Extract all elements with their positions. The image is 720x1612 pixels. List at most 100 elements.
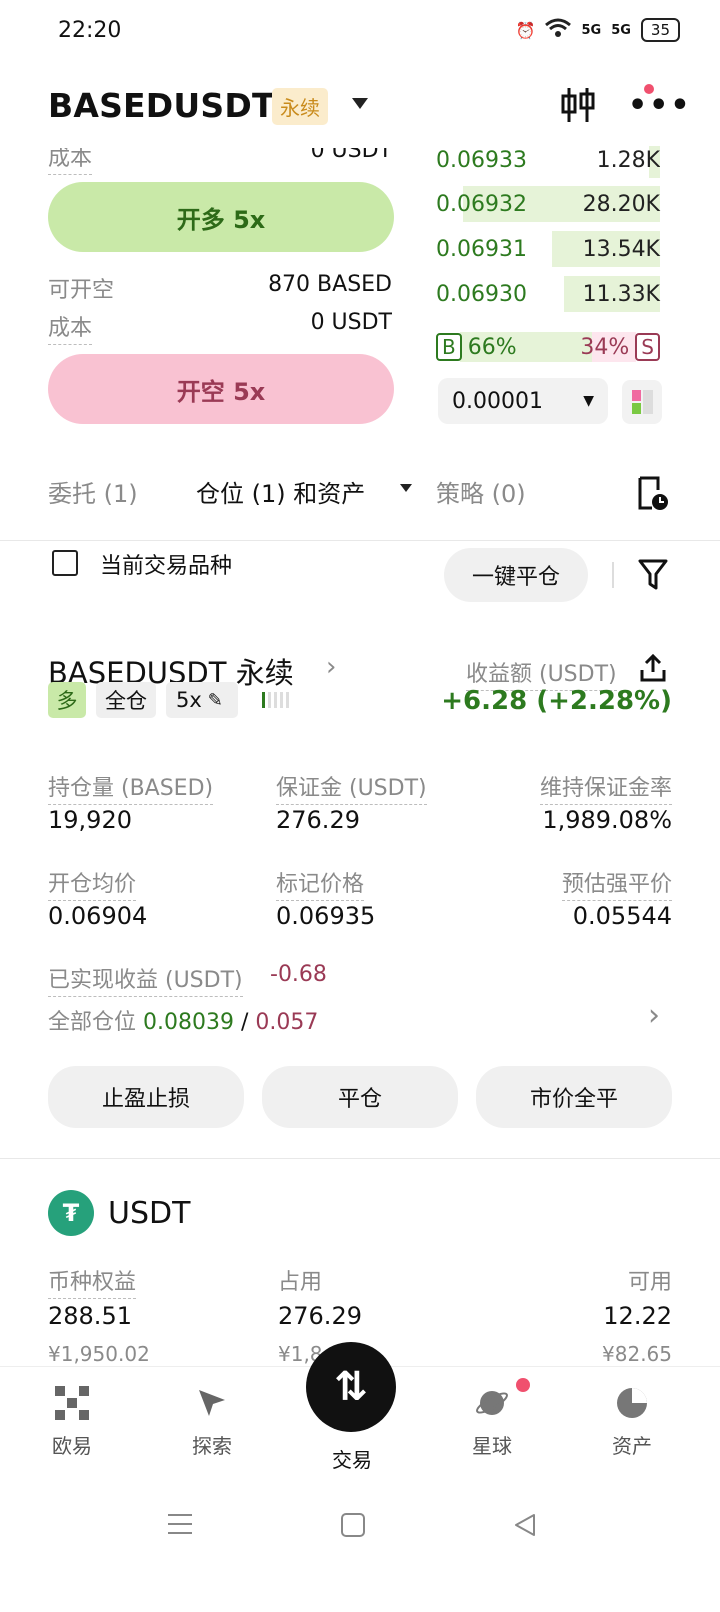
leverage-tag[interactable]: 5x ✎: [166, 682, 238, 718]
all-positions-label: 全部仓位: [48, 1010, 137, 1035]
system-home-icon[interactable]: [340, 1512, 366, 1542]
planet-icon: [475, 1386, 509, 1420]
adl-indicator: [262, 692, 289, 708]
notification-dot: [644, 84, 654, 94]
system-back-icon[interactable]: [512, 1512, 538, 1542]
nav-item-assets[interactable]: 资产: [592, 1386, 672, 1459]
system-menu-icon[interactable]: [166, 1512, 194, 1540]
current-symbol-checkbox[interactable]: [52, 550, 78, 576]
nav-item-explore[interactable]: 探索: [172, 1386, 252, 1459]
status-icons: ⏰ 5G 5G 35: [516, 18, 680, 42]
entry-price-value: 0.06904: [48, 902, 148, 930]
used-label: 占用: [278, 1270, 323, 1295]
chevron-right-icon[interactable]: ›: [648, 998, 660, 1033]
mark-price-label: 标记价格: [276, 866, 365, 901]
signal-icon-1: 5G: [581, 22, 602, 38]
nav-label-planet: 星球: [472, 1434, 512, 1458]
available-label: 可用: [627, 1270, 672, 1295]
filter-icon[interactable]: [638, 558, 668, 596]
current-symbol-label: 当前交易品种: [100, 554, 233, 579]
signal-icon-2: 5G: [611, 22, 631, 38]
entry-price-label: 开仓均价: [48, 866, 137, 901]
available-value: 12.22: [603, 1302, 672, 1330]
cost-label: 成本: [48, 310, 93, 345]
positions-dropdown-icon[interactable]: [400, 484, 412, 492]
short-available-value: 870 BASED: [268, 272, 392, 297]
nav-item-trade[interactable]: 交易: [312, 1444, 392, 1473]
side-tag: 多: [48, 682, 86, 718]
orderbook-qty: 28.20K: [582, 191, 660, 217]
maintenance-margin-label: 维持保证金率: [539, 770, 672, 805]
status-time: 22:20: [58, 18, 122, 43]
close-all-button[interactable]: 一键平仓: [444, 548, 588, 602]
orderbook-layout-icon[interactable]: [622, 380, 662, 424]
all-positions-long: 0.08039: [143, 1010, 234, 1035]
tabs-divider: [0, 540, 720, 541]
open-long-button[interactable]: 开多 5x: [48, 182, 394, 252]
orderbook-qty: 11.33K: [582, 281, 660, 307]
pair-dropdown-icon[interactable]: [352, 98, 368, 109]
buy-percent: 66%: [467, 334, 517, 360]
nav-label-assets: 资产: [612, 1434, 652, 1458]
all-positions-short: 0.057: [255, 1010, 319, 1035]
close-position-button[interactable]: 平仓: [262, 1066, 458, 1128]
used-value: 276.29: [278, 1302, 362, 1330]
margin-label: 保证金 (USDT): [276, 770, 427, 805]
maintenance-margin-value: 1,989.08%: [542, 806, 672, 834]
chevron-right-icon[interactable]: ›: [326, 652, 336, 682]
pnl-value: +6.28 (+2.28%): [441, 686, 672, 716]
nav-item-planet[interactable]: 星球: [452, 1386, 532, 1459]
orderbook-row[interactable]: 0.06931 13.54K: [436, 229, 660, 269]
orderbook-row[interactable]: 0.06932 28.20K: [436, 184, 660, 224]
usdt-logo-icon: ₮: [48, 1190, 94, 1236]
cost-label-top: 成本: [48, 148, 93, 175]
buy-sell-ratio: B 66% 34% S: [436, 332, 660, 362]
share-icon[interactable]: [640, 653, 666, 686]
orderbook-qty: 13.54K: [582, 236, 660, 262]
liq-price-label: 预估强平价: [561, 866, 672, 901]
realized-pnl-label: 已实现收益 (USDT): [48, 962, 243, 997]
trade-fab-icon[interactable]: ⇅: [306, 1342, 396, 1432]
tab-strategy[interactable]: 策略 (0): [436, 474, 526, 509]
market-close-all-button[interactable]: 市价全平: [476, 1066, 672, 1128]
nav-label-trade: 交易: [332, 1448, 372, 1472]
nav-label-okx: 欧易: [52, 1434, 92, 1458]
margin-mode-tag: 全仓: [96, 682, 156, 718]
leverage-value: 5x: [176, 688, 202, 712]
order-history-icon[interactable]: [636, 476, 670, 516]
orderbook-price: 0.06931: [436, 236, 527, 262]
chevron-down-icon: ▼: [583, 393, 594, 409]
position-size-value: 19,920: [48, 806, 132, 834]
candlestick-chart-icon[interactable]: [560, 86, 596, 124]
pair-title[interactable]: BASEDUSDT: [48, 86, 275, 125]
tab-positions[interactable]: 仓位 (1) 和资产: [196, 474, 365, 509]
equity-cny: ¥1,950.02: [48, 1342, 150, 1364]
more-icon[interactable]: •••: [628, 91, 692, 121]
liq-price-value: 0.05544: [572, 902, 672, 930]
open-short-button[interactable]: 开空 5x: [48, 354, 394, 424]
tick-size-select[interactable]: 0.00001 ▼: [438, 378, 608, 424]
alarm-icon: ⏰: [515, 20, 536, 40]
available-cny: ¥82.65: [602, 1342, 672, 1364]
planet-notification-dot: [516, 1378, 530, 1392]
orderbook-qty: 1.28K: [596, 147, 660, 173]
cost-value: 0 USDT: [310, 310, 392, 335]
margin-value: 276.29: [276, 806, 360, 834]
wifi-icon: [545, 18, 572, 42]
nav-label-explore: 探索: [192, 1434, 232, 1458]
orderbook-row[interactable]: 0.06930 11.33K: [436, 274, 660, 314]
orderbook-row[interactable]: 0.06933 1.28K: [436, 146, 660, 180]
all-positions-separator: /: [241, 1010, 249, 1035]
sell-percent: 34%: [580, 334, 630, 360]
edit-icon: ✎: [207, 689, 223, 711]
orderbook-price: 0.06930: [436, 281, 527, 307]
all-positions-row[interactable]: 全部仓位 0.08039 / 0.057: [48, 1004, 318, 1036]
equity-value: 288.51: [48, 1302, 132, 1330]
nav-item-okx[interactable]: 欧易: [32, 1386, 112, 1459]
realized-pnl-value: -0.68: [270, 962, 327, 987]
pie-chart-icon: [615, 1386, 649, 1420]
tab-orders[interactable]: 委托 (1): [48, 474, 138, 509]
sell-label: S: [635, 333, 660, 361]
cost-value-top: 0 USDT: [310, 138, 392, 163]
tp-sl-button[interactable]: 止盈止损: [48, 1066, 244, 1128]
